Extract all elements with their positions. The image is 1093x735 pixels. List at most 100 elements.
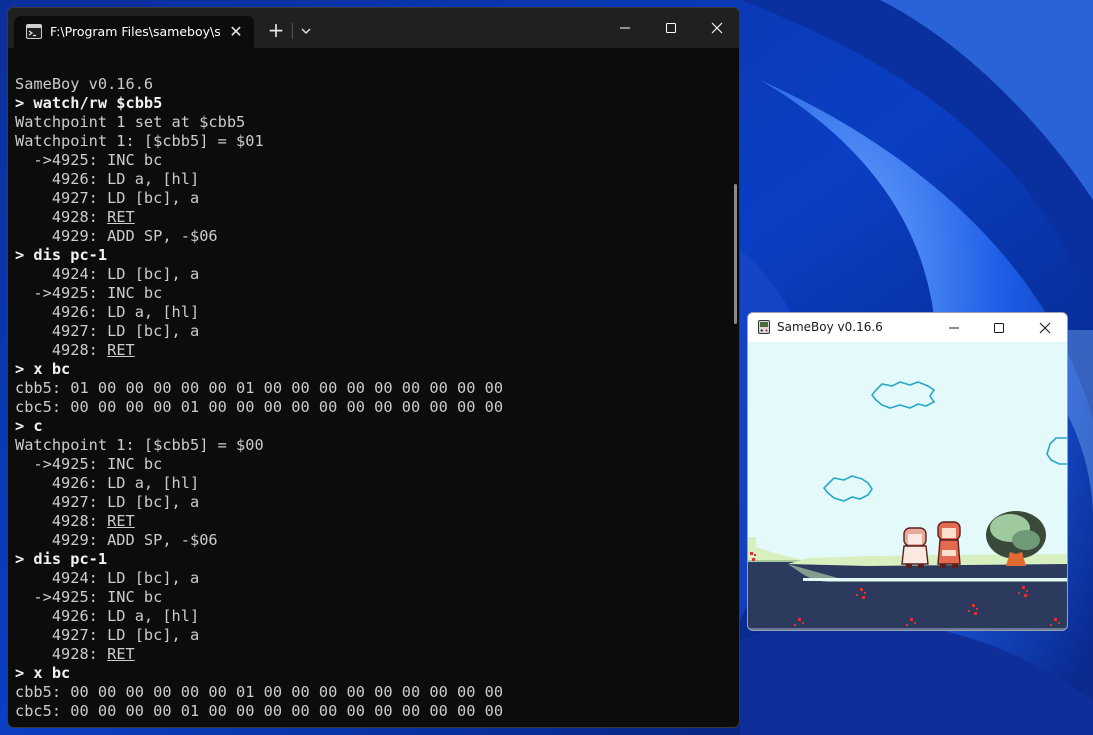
terminal-text: 4926: LD a, [hl] <box>15 170 200 188</box>
terminal-line: > x bc <box>15 664 725 683</box>
close-icon <box>711 22 723 34</box>
terminal-tab[interactable]: F:\Program Files\sameboy\sameboy_debugge… <box>14 16 254 48</box>
terminal-text: > c <box>15 417 43 435</box>
terminal-text: ->4925: INC bc <box>15 284 163 302</box>
terminal-text: 4927: LD [bc], a <box>15 626 200 644</box>
terminal-line: > c <box>15 417 725 436</box>
terminal-app-icon <box>26 24 42 39</box>
terminal-tab-title: F:\Program Files\sameboy\sameboy_debugge… <box>50 24 220 39</box>
tab-separator <box>292 23 293 39</box>
terminal-line: 4927: LD [bc], a <box>15 493 725 512</box>
terminal-text: 4927: LD [bc], a <box>15 189 200 207</box>
terminal-text: 4929: ADD SP, -$06 <box>15 227 218 245</box>
terminal-text: 4928: <box>15 208 108 226</box>
terminal-line: ->4925: INC bc <box>15 455 725 474</box>
terminal-text: cbc5: 00 00 00 00 01 00 00 00 00 00 00 0… <box>15 702 504 720</box>
terminal-output[interactable]: SameBoy v0.16.6 > watch/rw $cbb5 Watchpoin… <box>15 75 725 721</box>
terminal-line: 4926: LD a, [hl] <box>15 607 725 626</box>
terminal-text: 4926: LD a, [hl] <box>15 474 200 492</box>
terminal-line: 4929: ADD SP, -$06 <box>15 531 725 550</box>
terminal-line: 4928: RET <box>15 341 725 360</box>
terminal-line: ->4925: INC bc <box>15 284 725 303</box>
chevron-down-icon[interactable] <box>296 22 316 40</box>
minimize-icon <box>620 27 630 29</box>
terminal-text: RET <box>107 645 135 663</box>
character-girl <box>901 527 929 568</box>
terminal-text: > dis pc-1 <box>15 246 108 264</box>
terminal-line: cbc5: 00 00 00 00 01 00 00 00 00 00 00 0… <box>15 398 725 417</box>
terminal-line: SameBoy v0.16.6 <box>15 75 725 94</box>
terminal-text: ->4925: INC bc <box>15 588 163 606</box>
character-boy <box>937 521 961 568</box>
terminal-text: ->4925: INC bc <box>15 151 163 169</box>
terminal-line: 4928: RET <box>15 208 725 227</box>
terminal-text: cbb5: 01 00 00 00 00 00 01 00 00 00 00 0… <box>15 379 504 397</box>
terminal-text: RET <box>107 512 135 530</box>
sameboy-title: SameBoy v0.16.6 <box>777 320 883 334</box>
terminal-text: ->4925: INC bc <box>15 455 163 473</box>
terminal-line: 4924: LD [bc], a <box>15 569 725 588</box>
terminal-line: 4928: RET <box>15 512 725 531</box>
close-icon <box>1039 322 1051 334</box>
terminal-text: 4924: LD [bc], a <box>15 265 200 283</box>
terminal-line: > dis pc-1 <box>15 550 725 569</box>
terminal-text: RET <box>107 341 135 359</box>
sameboy-titlebar[interactable]: SameBoy v0.16.6 <box>748 313 1067 342</box>
maximize-icon <box>994 323 1004 333</box>
terminal-line: 4927: LD [bc], a <box>15 322 725 341</box>
terminal-text: > dis pc-1 <box>15 550 108 568</box>
terminal-line: 4927: LD [bc], a <box>15 189 725 208</box>
tab-close-icon[interactable]: ✕ <box>226 22 246 42</box>
terminal-line: Watchpoint 1 set at $cbb5 <box>15 113 725 132</box>
gameboy-icon <box>758 320 770 334</box>
terminal-text: Watchpoint 1: [$cbb5] = $01 <box>15 132 264 150</box>
terminal-text: cbc5: 00 00 00 00 01 00 00 00 00 00 00 0… <box>15 398 504 416</box>
sameboy-minimize-button[interactable] <box>931 313 977 342</box>
terminal-line: > watch/rw $cbb5 <box>15 94 725 113</box>
terminal-text: Watchpoint 1: [$cbb5] = $00 <box>15 436 264 454</box>
terminal-line: > x bc <box>15 360 725 379</box>
maximize-icon <box>666 23 676 33</box>
sameboy-maximize-button[interactable] <box>976 313 1022 342</box>
minimize-icon <box>949 327 959 329</box>
terminal-text: Watchpoint 1 set at $cbb5 <box>15 113 246 131</box>
cloud <box>870 381 936 409</box>
terminal-text: > x bc <box>15 360 71 378</box>
terminal-line: 4929: ADD SP, -$06 <box>15 227 725 246</box>
terminal-line: > dis pc-1 <box>15 246 725 265</box>
terminal-line: 4924: LD [bc], a <box>15 265 725 284</box>
terminal-text: 4927: LD [bc], a <box>15 493 200 511</box>
terminal-text: 4928: <box>15 512 108 530</box>
terminal-text: > x bc <box>15 664 71 682</box>
terminal-line: ->4925: INC bc <box>15 588 725 607</box>
terminal-line: 4926: LD a, [hl] <box>15 474 725 493</box>
close-button[interactable] <box>694 8 739 48</box>
terminal-text: 4924: LD [bc], a <box>15 569 200 587</box>
terminal-line: 4928: RET <box>15 645 725 664</box>
terminal-text: cbb5: 00 00 00 00 00 00 01 00 00 00 00 0… <box>15 683 504 701</box>
terminal-text: 4928: <box>15 341 108 359</box>
terminal-text: SameBoy v0.16.6 <box>15 75 154 93</box>
terminal-window: F:\Program Files\sameboy\sameboy_debugge… <box>7 7 740 728</box>
terminal-scrollbar[interactable] <box>734 184 737 324</box>
terminal-text: 4926: LD a, [hl] <box>15 303 200 321</box>
game-screen[interactable] <box>748 342 1068 631</box>
terminal-line: 4926: LD a, [hl] <box>15 170 725 189</box>
terminal-text: 4928: <box>15 645 108 663</box>
sameboy-window: SameBoy v0.16.6 <box>747 312 1068 631</box>
terminal-line: ->4925: INC bc <box>15 151 725 170</box>
terminal-text: RET <box>107 208 135 226</box>
new-tab-button[interactable]: + <box>264 20 288 42</box>
terminal-line: Watchpoint 1: [$cbb5] = $00 <box>15 436 725 455</box>
ground <box>748 560 1067 630</box>
maximize-button[interactable] <box>648 8 694 48</box>
terminal-text: 4926: LD a, [hl] <box>15 607 200 625</box>
minimize-button[interactable] <box>602 8 648 48</box>
terminal-text: 4927: LD [bc], a <box>15 322 200 340</box>
sameboy-close-button[interactable] <box>1022 313 1067 342</box>
terminal-titlebar[interactable]: F:\Program Files\sameboy\sameboy_debugge… <box>8 8 739 48</box>
terminal-line: cbb5: 01 00 00 00 00 00 01 00 00 00 00 0… <box>15 379 725 398</box>
terminal-line: 4927: LD [bc], a <box>15 626 725 645</box>
terminal-text: > watch/rw $cbb5 <box>15 94 163 112</box>
terminal-text: 4929: ADD SP, -$06 <box>15 531 218 549</box>
